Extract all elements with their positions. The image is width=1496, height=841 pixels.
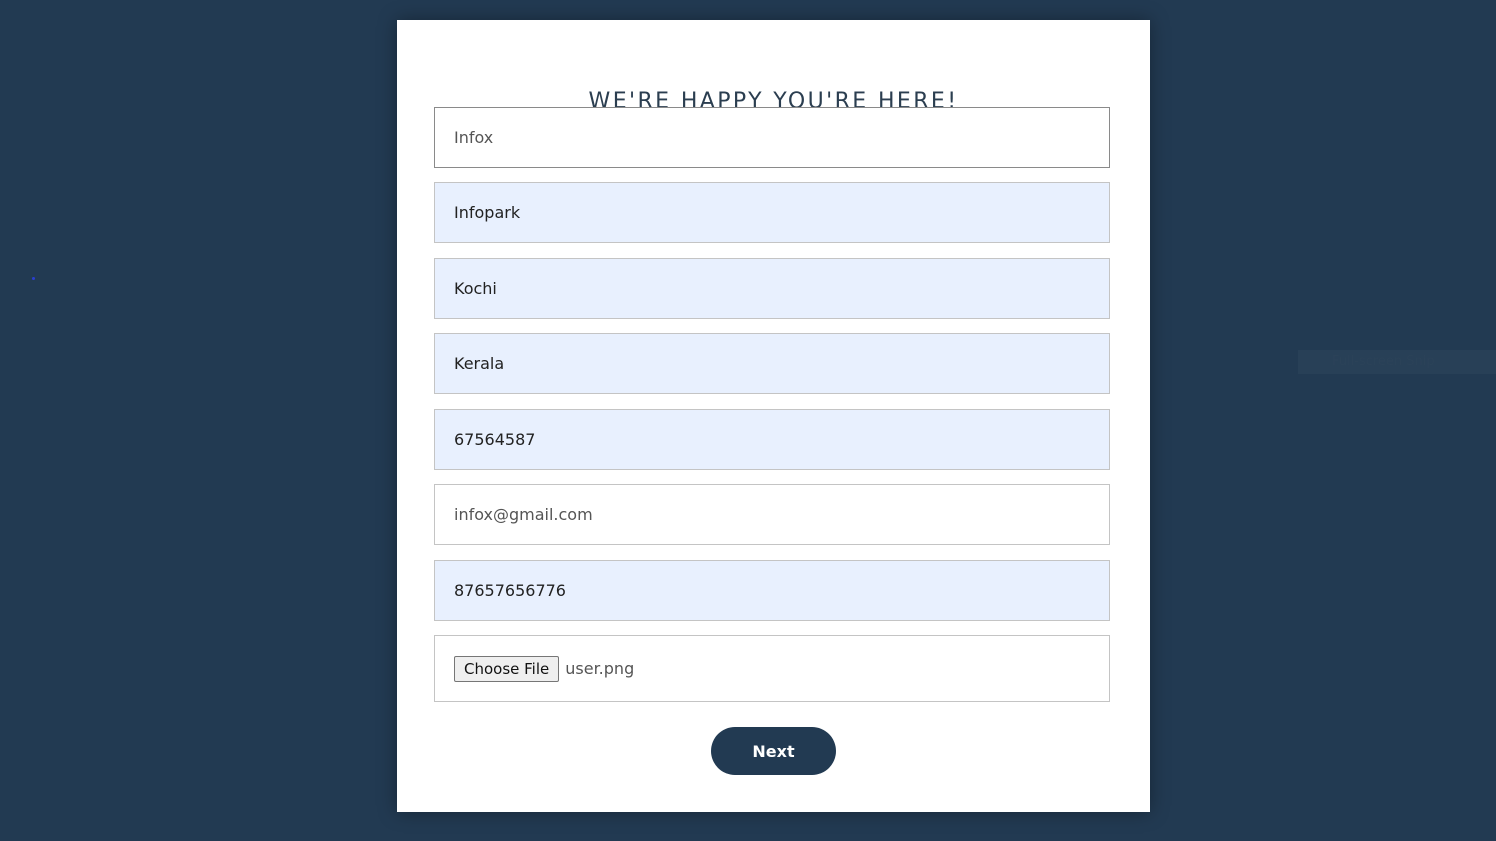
page-background: WE'RE HAPPY YOU'RE HERE! Choose File use…	[0, 0, 1496, 841]
choose-file-button[interactable]: Choose File	[454, 655, 560, 682]
signup-card: WE'RE HAPPY YOU'RE HERE! Choose File use…	[397, 20, 1150, 812]
selected-file-name: user.png	[565, 659, 635, 678]
city-input[interactable]	[434, 258, 1110, 319]
cursor-dot	[32, 277, 35, 280]
address-input[interactable]	[434, 182, 1110, 243]
next-button[interactable]: Next	[711, 727, 836, 775]
file-upload-field: Choose File user.png	[434, 635, 1110, 702]
state-input[interactable]	[434, 333, 1110, 394]
phone-input[interactable]	[434, 560, 1110, 621]
pincode-input[interactable]	[434, 409, 1110, 470]
email-input[interactable]	[434, 484, 1110, 545]
snip-overlay-label: Full-screen Snip	[1298, 350, 1496, 374]
company-name-input[interactable]	[434, 107, 1110, 168]
